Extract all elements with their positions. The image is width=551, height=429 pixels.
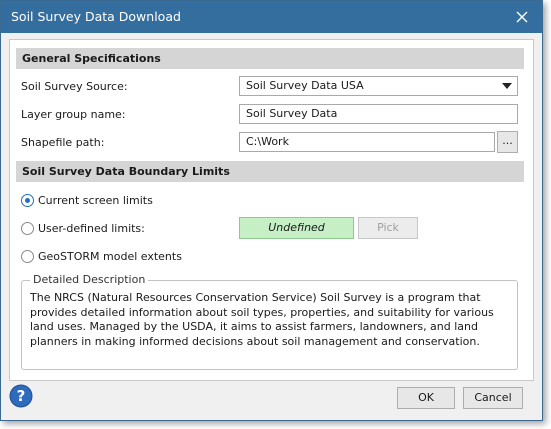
soil-survey-source-select[interactable]: Soil Survey Data USA [239, 76, 518, 96]
radio-geostorm-button[interactable] [21, 250, 34, 263]
radio-current-screen-label[interactable]: Current screen limits [38, 194, 153, 207]
cancel-button[interactable]: Cancel [463, 387, 523, 409]
help-icon: ? [9, 384, 33, 408]
radio-geostorm-label[interactable]: GeoSTORM model extents [38, 250, 182, 263]
svg-text:?: ? [17, 387, 26, 405]
radio-user-defined-button[interactable] [21, 222, 34, 235]
soil-survey-source-label: Soil Survey Source: [21, 80, 128, 93]
layer-group-name-input[interactable]: Soil Survey Data [239, 104, 518, 124]
radio-current-screen-button[interactable] [21, 194, 34, 207]
detailed-description-group: Detailed Description The NRCS (Natural R… [21, 273, 518, 370]
user-defined-status: Undefined [239, 217, 354, 239]
shapefile-path-value: C:\Work [246, 135, 289, 148]
soil-survey-source-value: Soil Survey Data USA [246, 79, 364, 92]
help-button[interactable]: ? [9, 384, 33, 408]
close-icon [516, 11, 528, 23]
close-button[interactable] [510, 5, 534, 29]
content-panel: General Specifications Soil Survey Sourc… [9, 39, 534, 381]
chevron-down-icon [502, 83, 512, 89]
browse-button[interactable]: ... [497, 131, 518, 153]
layer-group-name-value: Soil Survey Data [246, 107, 338, 120]
window-title: Soil Survey Data Download [11, 9, 181, 24]
general-specifications-header: General Specifications [16, 48, 524, 69]
shapefile-path-input[interactable]: C:\Work [239, 132, 495, 152]
pick-button[interactable]: Pick [358, 217, 418, 239]
title-bar[interactable]: Soil Survey Data Download [1, 1, 542, 33]
layer-group-name-label: Layer group name: [21, 108, 126, 121]
detailed-description-text: The NRCS (Natural Resources Conservation… [30, 291, 494, 348]
detailed-description-legend: Detailed Description [30, 273, 149, 286]
radio-user-defined-label[interactable]: User-defined limits: [38, 222, 145, 235]
shapefile-path-label: Shapefile path: [21, 136, 105, 149]
boundary-limits-header: Soil Survey Data Boundary Limits [16, 161, 524, 182]
dialog-window: Soil Survey Data Download General Specif… [0, 0, 543, 421]
ok-button[interactable]: OK [397, 387, 455, 409]
